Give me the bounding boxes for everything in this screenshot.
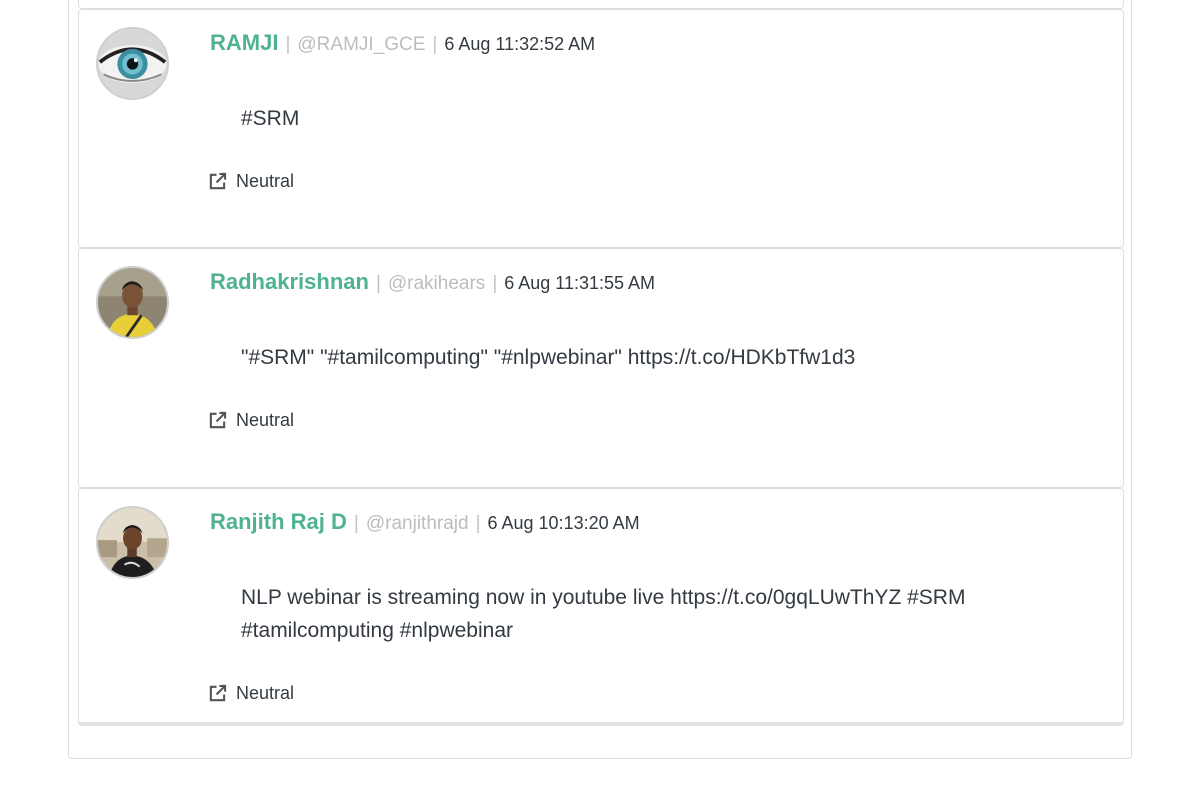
header-separator: | <box>432 34 438 55</box>
tweet-text: #SRM <box>241 107 300 130</box>
sentiment-label: Neutral <box>236 683 295 703</box>
tweet-header: Ranjith Raj D | @ranjithrajd | 6 Aug 10:… <box>210 509 640 535</box>
user-avatar[interactable] <box>96 266 169 339</box>
header-separator: | <box>353 513 359 534</box>
tweet-timestamp: 6 Aug 11:31:55 AM <box>504 273 656 293</box>
external-link-icon <box>209 684 227 702</box>
tweet-list: RAMJI | @RAMJI_GCE | 6 Aug 11:32:52 AM #… <box>78 0 1124 726</box>
tweet-timestamp: 6 Aug 10:13:20 AM <box>487 513 640 533</box>
sentiment-link[interactable]: Neutral <box>208 410 294 431</box>
eye-avatar-icon <box>98 29 167 98</box>
sentiment-link[interactable]: Neutral <box>208 171 294 192</box>
user-handle: @rakihears <box>387 273 486 294</box>
sentiment-link[interactable]: Neutral <box>208 683 294 704</box>
user-name[interactable]: Radhakrishnan <box>210 269 369 295</box>
person-outdoor-avatar-icon <box>98 508 167 577</box>
external-link-icon <box>209 411 227 429</box>
external-link-icon <box>209 172 227 190</box>
tweet-timestamp: 6 Aug 11:32:52 AM <box>444 34 596 54</box>
header-separator: | <box>375 273 381 294</box>
header-separator: | <box>285 34 291 55</box>
tweet-text: "#SRM" "#tamilcomputing" "#nlpwebinar" h… <box>241 346 856 369</box>
sentiment-label: Neutral <box>236 171 295 191</box>
user-handle: @ranjithrajd <box>365 513 469 534</box>
tweet-header: RAMJI | @RAMJI_GCE | 6 Aug 11:32:52 AM <box>210 30 595 56</box>
user-avatar[interactable] <box>96 506 169 579</box>
tweet-card: Ranjith Raj D | @ranjithrajd | 6 Aug 10:… <box>78 488 1124 726</box>
tweet-text: NLP webinar is streaming now in youtube … <box>241 586 966 642</box>
user-handle: @RAMJI_GCE <box>297 34 426 55</box>
sentiment-label: Neutral <box>236 410 295 430</box>
user-name[interactable]: RAMJI <box>210 30 278 56</box>
tweet-card: RAMJI | @RAMJI_GCE | 6 Aug 11:32:52 AM #… <box>78 9 1124 248</box>
user-name[interactable]: Ranjith Raj D <box>210 509 347 535</box>
tweet-card: Radhakrishnan | @rakihears | 6 Aug 11:31… <box>78 248 1124 488</box>
user-avatar[interactable] <box>96 27 169 100</box>
header-separator: | <box>492 273 498 294</box>
tweet-header: Radhakrishnan | @rakihears | 6 Aug 11:31… <box>210 269 655 295</box>
header-separator: | <box>475 513 481 534</box>
previous-tweet-card <box>78 0 1124 9</box>
person-yellow-shirt-avatar-icon <box>98 268 167 337</box>
